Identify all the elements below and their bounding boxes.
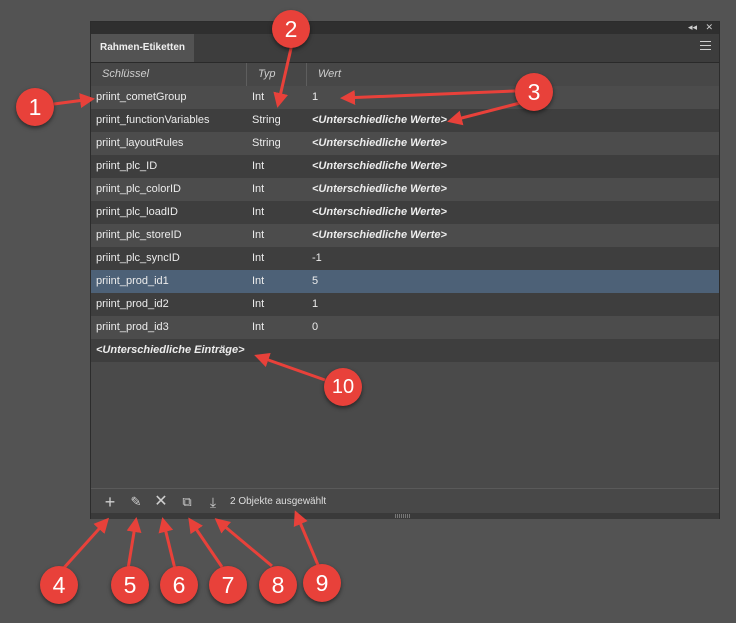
arrow-1 [53, 93, 95, 109]
table-row[interactable]: priint_functionVariables String <Unterschi… [91, 109, 719, 132]
cell-value: <Unterschiedliche Werte> [312, 183, 447, 195]
summary-row[interactable]: <Unterschiedliche Einträge> [91, 339, 719, 362]
selection-status: 2 Objekte ausgewählt [230, 496, 327, 507]
label-table-body: priint_cometGroup Int 1 priint_functionVari… [91, 86, 719, 362]
annotation-badge-2: 2 [272, 10, 310, 48]
cell-value: <Unterschiedliche Werte> [312, 206, 447, 218]
annotation-badge-8: 8 [259, 566, 297, 604]
table-row[interactable]: priint_cometGroup Int 1 [91, 86, 719, 109]
cell-type: String [252, 137, 281, 149]
annotation-badge-1: 1 [16, 88, 54, 126]
cell-type: Int [252, 183, 265, 195]
cell-value: 1 [312, 91, 319, 103]
cell-key: priint_prod_id1 [96, 275, 169, 287]
cell-key: priint_plc_storeID [96, 229, 182, 241]
cell-value: 0 [312, 321, 319, 333]
cell-key: priint_plc_colorID [96, 183, 181, 195]
arrow-8 [214, 518, 273, 568]
column-header-type[interactable]: Typ [258, 63, 276, 86]
annotation-badge-4: 4 [40, 566, 78, 604]
arrow-9 [293, 510, 320, 566]
table-row[interactable]: priint_plc_ID Int <Unterschiedliche Werte> [91, 155, 719, 178]
annotation-badge-5: 5 [111, 566, 149, 604]
cell-key: priint_plc_loadID [96, 206, 178, 218]
panel-resize-bar [91, 513, 719, 519]
cell-key: priint_prod_id2 [96, 298, 169, 310]
arrow-6 [158, 517, 177, 570]
cell-type: Int [252, 91, 265, 103]
arrow-5 [126, 517, 142, 570]
resize-grip-icon[interactable] [395, 514, 411, 518]
table-row[interactable]: priint_prod_id3 Int 0 [91, 316, 719, 339]
summary-row-label: <Unterschiedliche Einträge> [96, 344, 245, 356]
arrow-4 [60, 517, 110, 572]
panel-tabstrip: Rahmen-Etiketten [91, 34, 719, 63]
table-row[interactable]: priint_plc_syncID Int -1 [91, 247, 719, 270]
table-header: Schlüssel Typ Wert [91, 63, 719, 87]
column-header-key[interactable]: Schlüssel [102, 63, 149, 86]
cell-value: 5 [312, 275, 319, 287]
cell-value: <Unterschiedliche Werte> [312, 160, 447, 172]
tab-rahmen-etiketten[interactable]: Rahmen-Etiketten [91, 34, 194, 62]
collapse-panel-icon[interactable]: ◂◂ [688, 21, 697, 33]
cell-key: priint_plc_syncID [96, 252, 180, 264]
edit-label-icon[interactable]: ✎ [126, 492, 146, 512]
cell-value: 1 [312, 298, 319, 310]
cell-type: Int [252, 229, 265, 241]
annotation-badge-6: 6 [160, 566, 198, 604]
close-panel-icon[interactable]: ✕ [705, 21, 713, 33]
annotation-badge-3: 3 [515, 73, 553, 111]
duplicate-label-icon[interactable]: ⧉ [177, 492, 197, 512]
import-label-icon[interactable]: ⤓ [203, 492, 223, 512]
annotation-badge-9: 9 [303, 564, 341, 602]
cell-type: String [252, 114, 281, 126]
cell-value: <Unterschiedliche Werte> [312, 137, 447, 149]
annotation-badge-7: 7 [209, 566, 247, 604]
table-row[interactable]: priint_plc_colorID Int <Unterschiedliche W… [91, 178, 719, 201]
cell-type: Int [252, 275, 265, 287]
panel-menu-icon[interactable] [700, 41, 711, 51]
table-row[interactable]: priint_plc_loadID Int <Unterschiedliche We… [91, 201, 719, 224]
cell-type: Int [252, 160, 265, 172]
cell-type: Int [252, 298, 265, 310]
cell-value: -1 [312, 252, 322, 264]
panel-toolbar: + ✎ ✕ ⧉ ⤓ 2 Objekte ausgewählt [91, 488, 719, 514]
column-divider[interactable] [306, 63, 307, 86]
cell-key: priint_cometGroup [96, 91, 187, 103]
add-label-icon[interactable]: + [100, 492, 120, 512]
column-divider[interactable] [246, 63, 247, 86]
table-row[interactable]: priint_prod_id1 Int 5 [91, 270, 719, 293]
arrow-7 [188, 517, 224, 568]
cell-type: Int [252, 252, 265, 264]
column-header-value[interactable]: Wert [318, 63, 341, 86]
cell-value: <Unterschiedliche Werte> [312, 229, 447, 241]
table-row[interactable]: priint_layoutRules String <Unterschiedlich… [91, 132, 719, 155]
annotation-badge-10: 10 [324, 368, 362, 406]
cell-value: <Unterschiedliche Werte> [312, 114, 447, 126]
cell-type: Int [252, 206, 265, 218]
cell-type: Int [252, 321, 265, 333]
rahmen-etiketten-panel: ◂◂ ✕ Rahmen-Etiketten Schlüssel Typ Wert… [90, 21, 720, 519]
cell-key: priint_prod_id3 [96, 321, 169, 333]
panel-titlebar: ◂◂ ✕ [91, 22, 719, 34]
delete-label-icon[interactable]: ✕ [151, 492, 171, 512]
cell-key: priint_plc_ID [96, 160, 158, 172]
table-row[interactable]: priint_prod_id2 Int 1 [91, 293, 719, 316]
cell-key: priint_functionVariables [96, 114, 210, 126]
table-row[interactable]: priint_plc_storeID Int <Unterschiedliche W… [91, 224, 719, 247]
cell-key: priint_layoutRules [96, 137, 184, 149]
